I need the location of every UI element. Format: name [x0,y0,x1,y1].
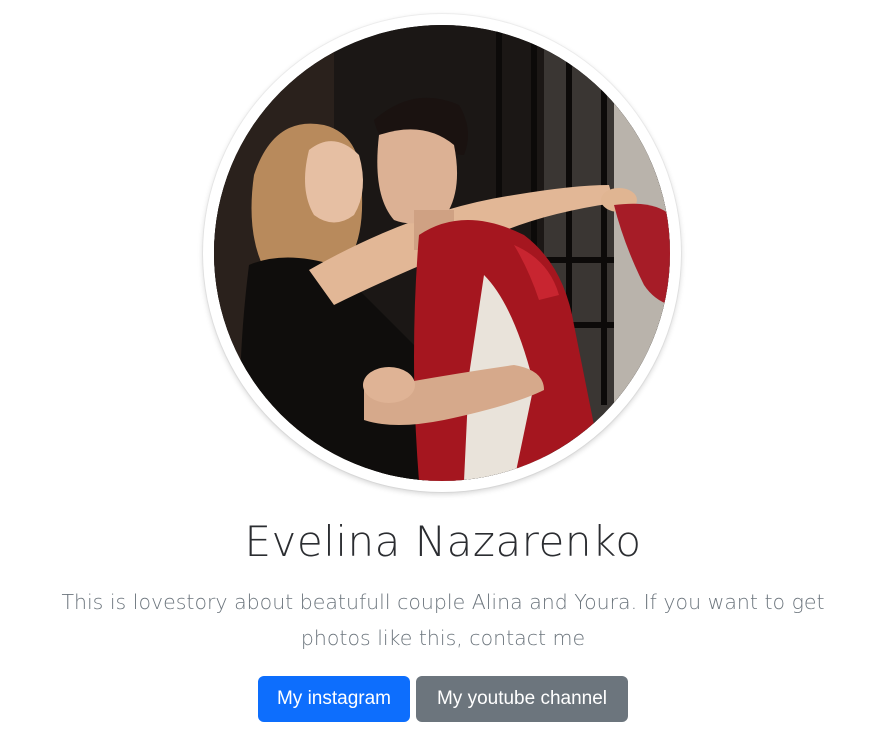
avatar-frame [203,14,681,492]
page-title: Evelina Nazarenko [244,517,642,566]
avatar [214,25,670,481]
profile-hero: Evelina Nazarenko This is lovestory abou… [0,0,886,739]
profile-description: This is lovestory about beatufull couple… [61,590,825,650]
instagram-button[interactable]: My instagram [258,676,410,722]
couple-photo [214,25,670,481]
action-buttons: My instagram My youtube channel [0,676,886,722]
youtube-button[interactable]: My youtube channel [416,676,628,722]
